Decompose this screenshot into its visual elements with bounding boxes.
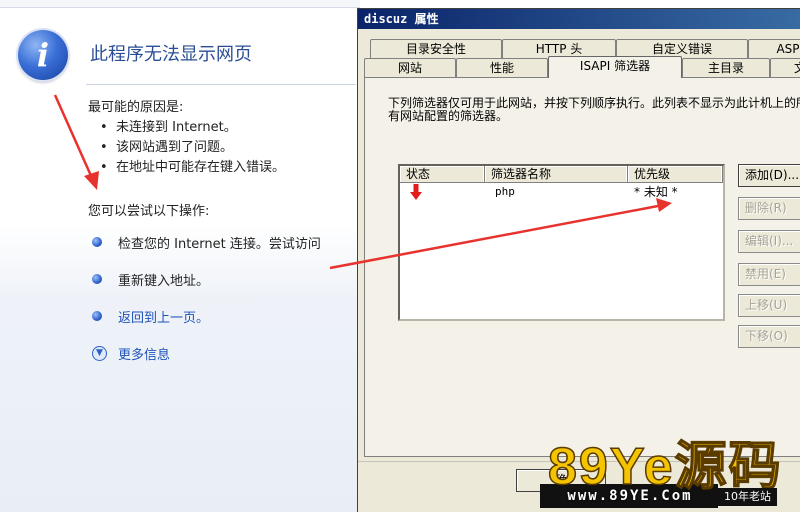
title-divider [86,84,356,85]
move-down-button[interactable]: 下移(O) [738,325,800,348]
action-check-connection: 检查您的 Internet 连接。尝试访问 [92,232,321,252]
tab-isapi-filters[interactable]: ISAPI 筛选器 [548,56,682,78]
tab-website[interactable]: 网站 [364,58,456,77]
cause-item: 在地址中可能存在键入错误。 [116,158,285,178]
dialog-title[interactable]: discuz 属性 [358,9,800,29]
error-page-title: 此程序无法显示网页 [90,44,252,65]
column-filter-name[interactable]: 筛选器名称 [485,166,628,182]
filter-list-header: 状态 筛选器名称 优先级 [400,166,723,183]
filter-priority-cell: * 未知 * [634,185,678,199]
tab-home-directory[interactable]: 主目录 [682,58,770,77]
cause-item: 未连接到 Internet。 [116,118,285,138]
try-heading: 您可以尝试以下操作: [88,204,210,219]
tab-performance[interactable]: 性能 [456,58,548,77]
filters-description: 下列筛选器仅可用于此网站，并按下列顺序执行。此列表不显示为此计机上的所有网站配置… [388,96,800,123]
watermark-url: www.89YE.Com [567,488,693,504]
delete-button[interactable]: 删除(R) [738,197,800,220]
action-retype-address: 重新键入地址。 [92,269,209,289]
chevron-down-icon[interactable]: ▼ [92,345,107,361]
tab-directory-security[interactable]: 目录安全性 [370,39,502,58]
move-up-button[interactable]: 上移(U) [738,294,800,317]
edit-button[interactable]: 编辑(I)... [738,230,800,253]
table-row[interactable]: php * 未知 * [400,183,723,203]
more-info-link[interactable]: 更多信息 [118,344,170,363]
action-go-back-link[interactable]: 返回到上一页。 [92,306,209,326]
causes-heading: 最可能的原因是: [88,100,184,115]
filter-name-cell: php [495,185,515,198]
filter-status-cell [400,183,485,203]
causes-list: 未连接到 Internet。 该网站遇到了问题。 在地址中可能存在键入错误。 [116,118,285,178]
tab-documents[interactable]: 文 [770,58,800,77]
add-button[interactable]: 添加(D)... [738,164,800,187]
bullet-icon [92,274,102,284]
column-priority[interactable]: 优先级 [628,166,723,182]
go-back-link[interactable]: 返回到上一页。 [118,307,209,326]
more-info-toggle[interactable]: ▼ 更多信息 [92,343,170,363]
column-status[interactable]: 状态 [400,166,485,182]
cause-item: 该网站遇到了问题。 [116,138,285,158]
bullet-icon [92,311,102,321]
action-text: 检查您的 Internet 连接。尝试访问 [118,236,321,252]
bullet-icon [92,237,102,247]
disable-button[interactable]: 禁用(E) [738,263,800,286]
tab-asp[interactable]: ASP [748,39,800,58]
watermark-tag: 10年老站 [718,488,777,506]
info-icon: i [18,30,68,80]
filter-list[interactable]: 状态 筛选器名称 优先级 php * 未知 * [398,164,725,321]
browser-top-edge [0,0,360,8]
action-text: 重新键入地址。 [118,273,210,289]
arrow-down-icon [410,184,422,200]
